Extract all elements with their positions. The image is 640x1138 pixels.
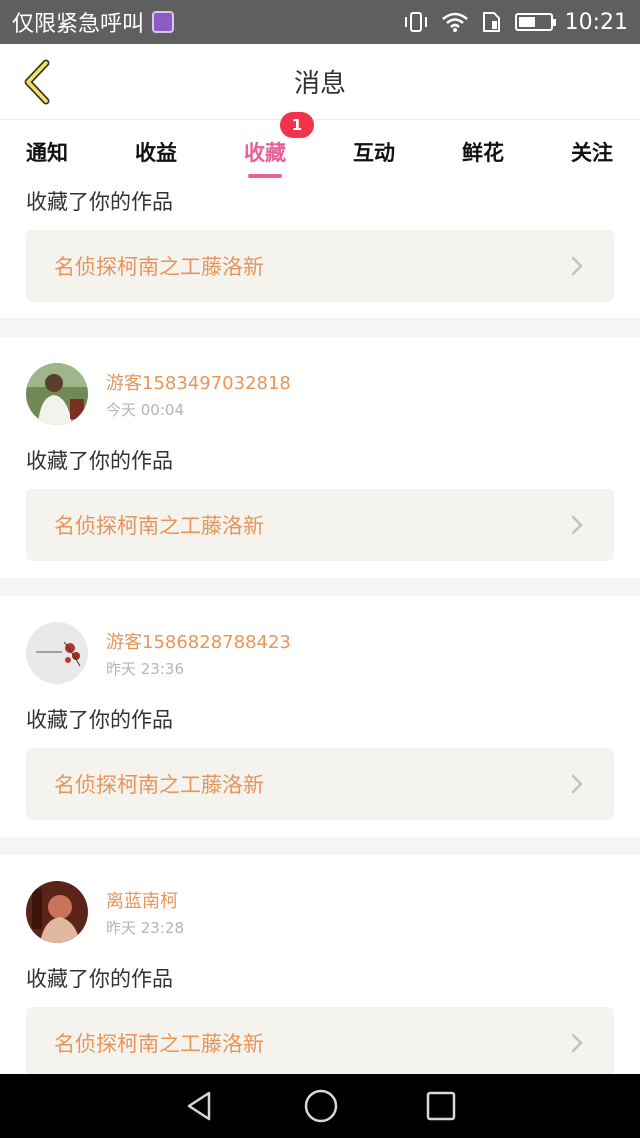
app-header: 消息 [0,44,640,120]
tab-label: 关注 [571,141,613,165]
favorites-count-badge: 1 [280,112,314,138]
tab-label: 通知 [26,141,68,165]
username[interactable]: 游客1583497032818 [106,369,291,395]
tab-label: 收藏 [244,141,286,165]
favorite-message-card: 离蓝南柯 昨天 23:28 收藏了你的作品 名侦探柯南之工藤洛新 [0,855,640,1074]
favorite-message-card: 游客1583497032818 今天 00:04 收藏了你的作品 名侦探柯南之工… [0,337,640,578]
chevron-right-icon [571,1033,583,1053]
work-title: 名侦探柯南之工藤洛新 [54,255,264,279]
user-row[interactable]: 离蓝南柯 昨天 23:28 [26,881,184,943]
work-link[interactable]: 名侦探柯南之工藤洛新 [26,748,614,820]
work-link[interactable]: 名侦探柯南之工藤洛新 [26,1007,614,1074]
work-title: 名侦探柯南之工藤洛新 [54,773,264,797]
favorite-message-card: 游客1586828788423 昨天 23:36 收藏了你的作品 名侦探柯南之工… [0,596,640,837]
work-title: 名侦探柯南之工藤洛新 [54,1032,264,1056]
home-circle-icon[interactable] [303,1088,339,1124]
message-feed[interactable]: 收藏了你的作品 名侦探柯南之工藤洛新 游客1583497032818 今天 00… [0,178,640,1074]
user-row[interactable]: 游客1583497032818 今天 00:04 [26,363,291,425]
recents-square-icon[interactable] [425,1090,457,1122]
username[interactable]: 离蓝南柯 [106,887,184,913]
timestamp: 昨天 23:36 [106,659,184,678]
message-text: 收藏了你的作品 [26,967,173,991]
tab-bar: 通知 收益 收藏 互动 鲜花 关注 [0,120,640,178]
page-title: 消息 [293,69,346,99]
wifi-icon [441,11,469,33]
user-row[interactable]: 游客1586828788423 昨天 23:36 [26,622,291,684]
tab-label: 鲜花 [462,141,504,165]
work-link[interactable]: 名侦探柯南之工藤洛新 [26,230,614,302]
work-link[interactable]: 名侦探柯南之工藤洛新 [26,489,614,561]
chevron-right-icon [571,256,583,276]
avatar[interactable] [26,363,88,425]
tab-notifications[interactable]: 通知 [26,132,68,172]
tab-label: 互动 [353,141,395,165]
battery-icon [514,13,556,31]
username[interactable]: 游客1586828788423 [106,628,291,654]
chevron-right-icon [571,515,583,535]
tab-flowers[interactable]: 鲜花 [462,132,504,172]
timestamp: 昨天 23:28 [106,918,184,937]
tab-interactions[interactable]: 互动 [353,132,395,172]
sim-icon [481,11,503,33]
timestamp: 今天 00:04 [106,400,184,419]
avatar[interactable] [26,881,88,943]
favorite-message-card: 收藏了你的作品 名侦探柯南之工藤洛新 [0,178,640,318]
vibrate-icon [403,11,429,33]
chevron-left-icon [24,59,50,105]
avatar[interactable] [26,622,88,684]
gallery-icon [152,11,175,33]
clock-text: 10:21 [564,9,628,35]
message-text: 收藏了你的作品 [26,449,173,473]
work-title: 名侦探柯南之工藤洛新 [54,514,264,538]
tab-earnings[interactable]: 收益 [135,132,177,172]
chevron-right-icon [571,774,583,794]
tab-favorites[interactable]: 收藏 [244,132,286,178]
status-bar: 仅限紧急呼叫 10:21 [0,0,640,44]
back-triangle-icon[interactable] [183,1089,217,1123]
message-text: 收藏了你的作品 [26,708,173,732]
carrier-text: 仅限紧急呼叫 [12,12,145,37]
tab-following[interactable]: 关注 [571,132,613,172]
back-button[interactable] [16,58,56,106]
message-text: 收藏了你的作品 [26,190,173,214]
tab-label: 收益 [135,141,177,165]
system-nav-bar [0,1074,640,1138]
